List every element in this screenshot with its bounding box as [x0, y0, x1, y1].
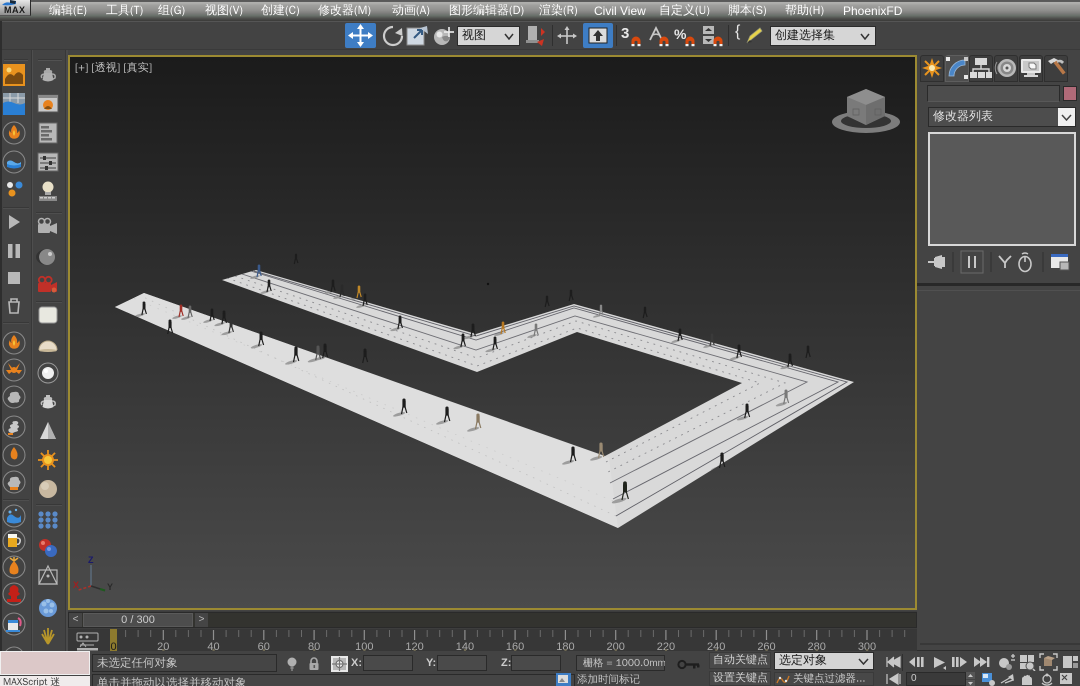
svg-text:Y: Y — [107, 582, 113, 592]
svg-text:X: X — [73, 580, 79, 590]
svg-text:Z: Z — [88, 555, 94, 565]
